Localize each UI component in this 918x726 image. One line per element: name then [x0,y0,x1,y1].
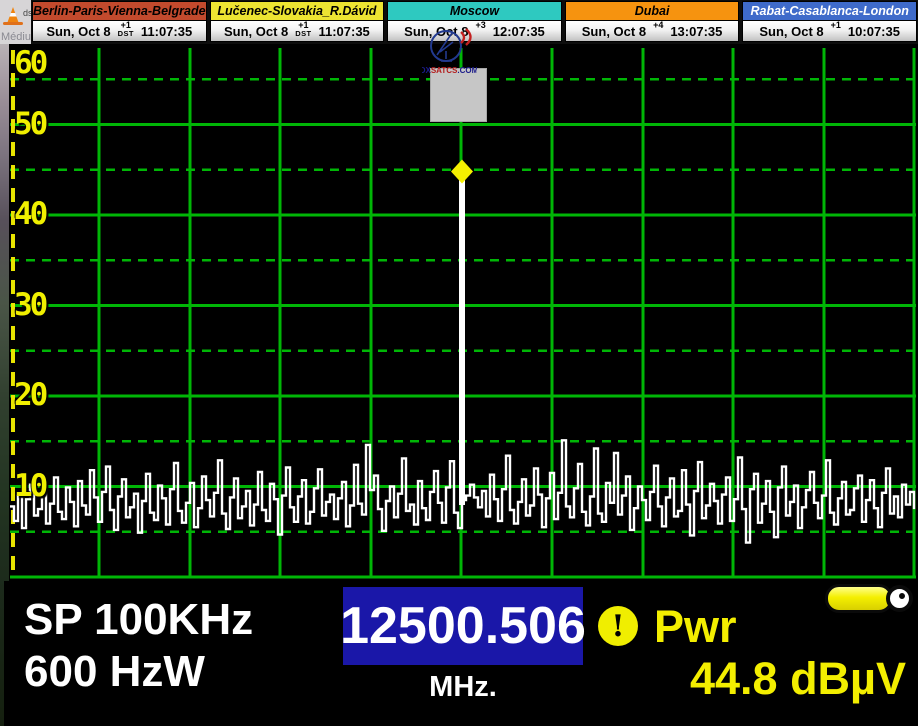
alert-icon: ! [598,606,638,646]
frequency-display[interactable]: 12500.506 [343,587,583,665]
battery-body [825,584,893,613]
y-axis-label: 40 [14,199,45,230]
y-axis-label: 30 [14,290,45,321]
y-axis-label: 20 [14,380,45,411]
dxsatcs-logo: DXSATCS.COM [430,68,487,122]
logo-signal-arc-1 [461,32,464,43]
y-axis-label: 60 [14,48,45,79]
logo-dish-lines [437,33,453,61]
logo-text: DXSATCS.COM [422,66,477,75]
spectrum-display[interactable]: 60 50 40 30 20 10 DXSATCS.COM [9,44,918,581]
battery-terminal-center [899,593,905,599]
span-setting-label: SP 100KHz [24,595,253,645]
readout-bar: SP 100KHz 600 HzW 12500.506 MHz. ! Pwr 4… [4,581,918,726]
logo-signal-arc-2 [466,29,471,45]
frequency-value: 12500.506 [340,596,586,656]
power-label: Pwr [654,601,737,653]
power-value: 44.8 dBµV [690,653,906,705]
bandwidth-setting-label: 600 HzW [24,647,205,697]
y-axis-label: 50 [14,109,45,140]
peak-marker-diamond[interactable] [451,160,473,184]
y-axis-label: 10 [14,471,45,502]
frequency-unit-label: MHz. [343,671,583,704]
battery-icon [825,583,913,615]
